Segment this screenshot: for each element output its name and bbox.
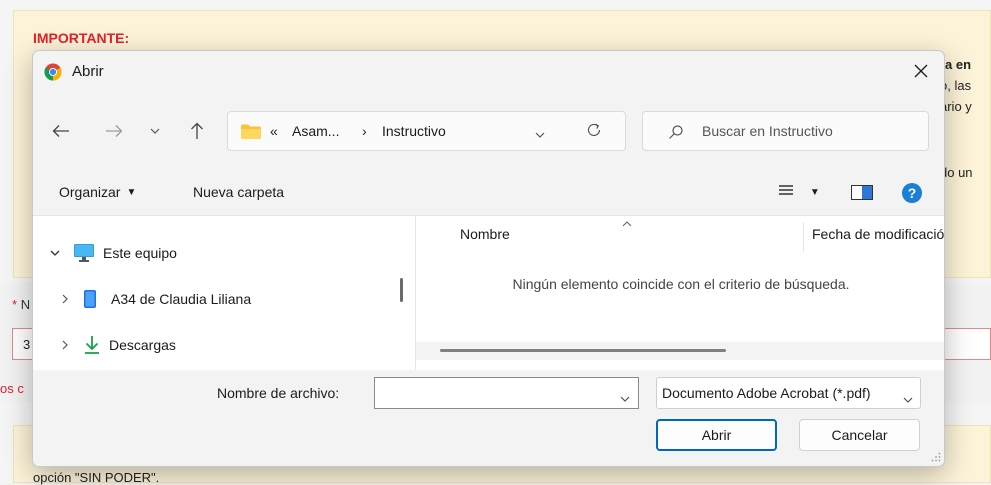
tree-item-descargas[interactable]: Descargas xyxy=(57,332,176,358)
breadcrumb-separator[interactable]: › xyxy=(362,123,367,139)
command-bar: Organizar ▼ Nueva carpeta ▼ ? xyxy=(33,173,944,215)
download-icon xyxy=(83,335,101,355)
filename-combobox[interactable] xyxy=(374,377,639,409)
tree-item-phone[interactable]: A34 de Claudia Liliana xyxy=(57,286,251,312)
sort-ascending-icon xyxy=(622,214,632,230)
tree-item-label: Este equipo xyxy=(103,245,177,261)
chevron-right-icon[interactable] xyxy=(57,340,73,350)
preview-pane-icon xyxy=(851,185,873,200)
filename-label: Nombre de archivo: xyxy=(217,385,340,401)
column-header-name[interactable]: Nombre xyxy=(460,226,510,242)
help-button[interactable]: ? xyxy=(901,182,923,207)
list-view-icon xyxy=(779,185,793,195)
chevron-right-icon[interactable] xyxy=(57,294,73,304)
dialog-footer: Nombre de archivo: Documento Adobe Acrob… xyxy=(33,370,944,466)
horizontal-scrollbar[interactable] xyxy=(416,342,944,360)
arrow-up-icon xyxy=(191,122,203,139)
cancel-button[interactable]: Cancelar xyxy=(799,419,920,451)
chevron-down-icon[interactable] xyxy=(47,250,63,256)
important-label: IMPORTANTE: xyxy=(33,30,130,46)
preview-pane-button[interactable] xyxy=(851,185,873,203)
column-separator[interactable] xyxy=(803,222,804,252)
tree-item-este-equipo[interactable]: Este equipo xyxy=(47,240,177,266)
scrollbar-thumb[interactable] xyxy=(440,349,726,352)
refresh-icon[interactable] xyxy=(586,122,602,141)
close-icon xyxy=(914,64,928,78)
arrow-left-icon xyxy=(52,125,69,137)
address-bar[interactable]: « Asam... › Instructivo xyxy=(227,111,626,151)
close-button[interactable] xyxy=(898,51,944,91)
chrome-icon xyxy=(44,63,62,81)
search-box[interactable]: Buscar en Instructivo xyxy=(642,111,929,151)
open-button[interactable]: Abrir xyxy=(656,419,777,451)
column-header-date[interactable]: Fecha de modificación xyxy=(812,226,944,242)
forward-button[interactable] xyxy=(102,119,126,143)
navigation-pane[interactable]: Este equipo A34 de Claudia Liliana Desca… xyxy=(33,216,415,371)
computer-icon xyxy=(73,243,95,263)
folder-icon xyxy=(240,123,262,143)
back-button[interactable] xyxy=(49,119,73,143)
arrow-right-icon xyxy=(106,125,123,137)
view-options-button[interactable]: ▼ xyxy=(778,183,820,200)
search-placeholder: Buscar en Instructivo xyxy=(702,123,833,139)
empty-results-message: Ningún elemento coincide con el criterio… xyxy=(512,276,850,292)
field-label-fragment: N xyxy=(20,297,31,312)
dialog-titlebar: Abrir xyxy=(33,51,944,95)
chevron-down-icon xyxy=(903,390,913,406)
help-glyph: ? xyxy=(907,185,917,201)
new-folder-button[interactable]: Nueva carpeta xyxy=(193,184,284,200)
chevron-down-icon[interactable] xyxy=(620,389,630,405)
caret-down-icon: ▼ xyxy=(126,187,137,198)
required-field-label: * N xyxy=(12,297,30,312)
open-file-dialog: Abrir « Asam... › Instructivo Buscar en … xyxy=(32,50,945,467)
breadcrumb-item[interactable]: Instructivo xyxy=(382,123,446,139)
resize-grip-icon[interactable] xyxy=(931,449,941,465)
filetype-selected: Documento Adobe Acrobat (*.pdf) xyxy=(662,385,871,401)
recent-locations-button[interactable] xyxy=(143,119,167,143)
caret-down-icon: ▼ xyxy=(809,187,820,198)
browser-content: Este equipo A34 de Claudia Liliana Desca… xyxy=(33,214,944,371)
breadcrumb-overflow[interactable]: « xyxy=(270,123,278,139)
organize-menu[interactable]: Organizar ▼ xyxy=(59,184,136,200)
navigation-scrollbar[interactable] xyxy=(400,278,403,302)
chevron-down-icon[interactable] xyxy=(535,125,545,141)
validation-error-text: os c xyxy=(0,381,24,396)
tree-item-label: A34 de Claudia Liliana xyxy=(111,291,252,307)
breadcrumb-item[interactable]: Asam... xyxy=(292,123,339,139)
filetype-select[interactable]: Documento Adobe Acrobat (*.pdf) xyxy=(656,377,921,409)
navigation-row: « Asam... › Instructivo Buscar en Instru… xyxy=(33,111,944,151)
search-icon xyxy=(668,124,684,143)
required-star: * xyxy=(12,297,18,312)
phone-icon xyxy=(83,289,97,309)
organize-label: Organizar xyxy=(59,184,121,200)
up-button[interactable] xyxy=(185,119,209,143)
dialog-title: Abrir xyxy=(72,63,104,80)
filename-input[interactable] xyxy=(379,379,613,409)
chevron-down-icon xyxy=(150,128,160,134)
tree-item-label: Descargas xyxy=(109,337,176,353)
file-list-pane[interactable]: Nombre Fecha de modificación Ningún elem… xyxy=(416,214,944,371)
